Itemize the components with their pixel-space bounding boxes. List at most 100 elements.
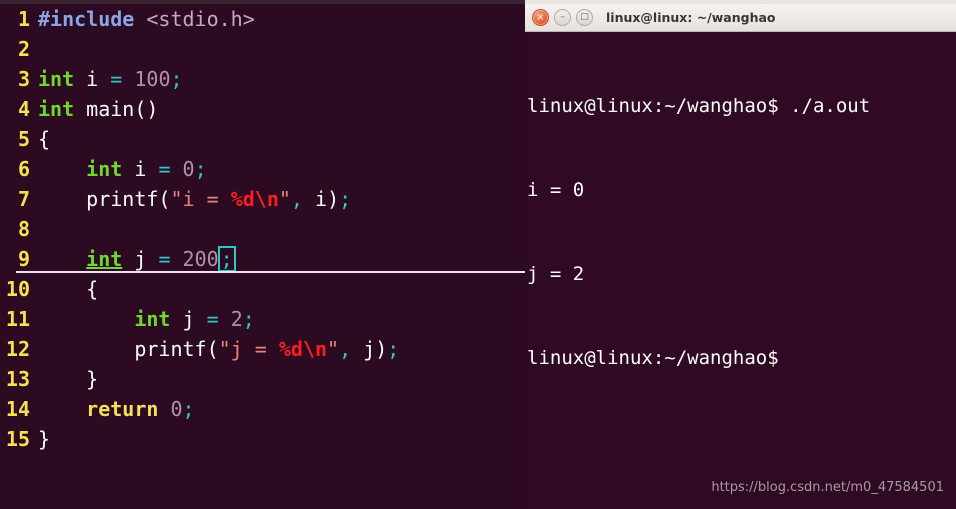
code-line-9-cursor-line[interactable]: 9 int j = 200; bbox=[0, 244, 525, 274]
token-identifier: i bbox=[315, 187, 328, 211]
terminal-title: linux@linux: ~/wanghao bbox=[606, 10, 776, 25]
code-content: int main() bbox=[38, 94, 158, 124]
token-type: int bbox=[86, 157, 123, 181]
token-operator: = bbox=[206, 307, 219, 331]
terminal-titlebar[interactable]: × – □ linux@linux: ~/wanghao bbox=[525, 4, 956, 32]
line-number: 4 bbox=[17, 97, 30, 121]
token-semicolon: ; bbox=[242, 307, 255, 331]
code-line-6[interactable]: 6 int i = 0; bbox=[0, 154, 525, 184]
token-header: <stdio.h> bbox=[146, 7, 255, 31]
code-line-8[interactable]: 8 bbox=[0, 214, 525, 244]
watermark-url: https://blog.csdn.net/m0_47584501 bbox=[711, 480, 944, 495]
terminal-line-prompt: linux@linux:~/wanghao$ bbox=[527, 344, 956, 372]
token-identifier: j bbox=[134, 247, 147, 271]
line-number: 9 bbox=[17, 247, 30, 271]
code-line-4[interactable]: 4 int main() bbox=[0, 94, 525, 124]
code-line-12[interactable]: 12 printf("j = %d\n", j); bbox=[0, 334, 525, 364]
line-number: 3 bbox=[17, 67, 30, 91]
code-line-2[interactable]: 2 bbox=[0, 34, 525, 64]
line-number: 11 bbox=[5, 307, 30, 331]
token-function-name: main bbox=[86, 97, 135, 121]
token-string: " bbox=[327, 337, 340, 361]
code-content: } bbox=[38, 424, 50, 454]
code-line-13[interactable]: 13 } bbox=[0, 364, 525, 394]
token-operator: = bbox=[110, 67, 123, 91]
line-number: 14 bbox=[5, 397, 30, 421]
output-text: i = 0 bbox=[527, 179, 585, 201]
token-parens: ( bbox=[158, 187, 171, 211]
code-line-15[interactable]: 15 } bbox=[0, 424, 525, 454]
terminal-output[interactable]: linux@linux:~/wanghao$ ./a.out i = 0 j =… bbox=[525, 32, 956, 428]
token-type: int bbox=[38, 97, 75, 121]
token-format-specifier: %d bbox=[278, 337, 303, 361]
token-brace: } bbox=[86, 367, 99, 391]
line-number: 7 bbox=[17, 187, 30, 211]
token-format-specifier: %d bbox=[230, 187, 255, 211]
code-line-11[interactable]: 11 int j = 2; bbox=[0, 304, 525, 334]
token-semicolon: ; bbox=[194, 157, 207, 181]
token-parens: () bbox=[134, 97, 159, 121]
token-parens: ( bbox=[206, 337, 219, 361]
close-icon[interactable]: × bbox=[532, 9, 549, 26]
line-number: 5 bbox=[17, 127, 30, 151]
line-number: 13 bbox=[5, 367, 30, 391]
token-number: 200 bbox=[182, 247, 219, 271]
terminal-line-command: linux@linux:~/wanghao$ ./a.out bbox=[527, 92, 956, 120]
terminal-line-output-j: j = 2 bbox=[527, 260, 956, 288]
code-line-10[interactable]: 10 { bbox=[0, 274, 525, 304]
token-function-name: printf bbox=[86, 187, 159, 211]
token-brace: { bbox=[86, 277, 99, 301]
token-identifier: j bbox=[182, 307, 195, 331]
token-number: 0 bbox=[170, 397, 183, 421]
token-function-name: printf bbox=[134, 337, 207, 361]
token-parens: ) bbox=[375, 337, 388, 361]
code-content: printf("i = %d\n", i); bbox=[38, 184, 351, 214]
vim-c-editor[interactable]: 1 #include <stdio.h> 2 3 int i = 100; 4 … bbox=[0, 4, 525, 509]
line-number: 8 bbox=[17, 217, 30, 241]
output-text: j = 2 bbox=[527, 263, 585, 285]
token-escape: \n bbox=[254, 187, 279, 211]
line-number: 6 bbox=[17, 157, 30, 181]
code-content: int j = 200; bbox=[38, 244, 236, 274]
code-line-3[interactable]: 3 int i = 100; bbox=[0, 64, 525, 94]
token-comma: , bbox=[290, 187, 303, 211]
token-operator: = bbox=[158, 247, 171, 271]
screenshot-root: 1 #include <stdio.h> 2 3 int i = 100; 4 … bbox=[0, 0, 956, 509]
token-preprocessor: #include bbox=[38, 7, 135, 31]
line-number: 15 bbox=[5, 427, 30, 451]
token-brace: { bbox=[38, 127, 51, 151]
text-cursor: ; bbox=[217, 246, 236, 272]
code-line-7[interactable]: 7 printf("i = %d\n", i); bbox=[0, 184, 525, 214]
code-line-1[interactable]: 1 #include <stdio.h> bbox=[0, 4, 525, 34]
code-content: int i = 0; bbox=[38, 154, 207, 184]
token-escape: \n bbox=[302, 337, 328, 361]
code-content: } bbox=[38, 364, 98, 394]
minimize-icon[interactable]: – bbox=[554, 9, 571, 26]
token-semicolon: ; bbox=[387, 337, 400, 361]
token-semicolon: ; bbox=[339, 187, 352, 211]
token-brace: } bbox=[38, 427, 51, 451]
token-semicolon: ; bbox=[182, 397, 195, 421]
token-type: int bbox=[38, 67, 75, 91]
code-content: return 0; bbox=[38, 394, 195, 424]
token-identifier: i bbox=[86, 67, 99, 91]
token-comma: , bbox=[339, 337, 352, 361]
token-parens: ) bbox=[327, 187, 340, 211]
code-content: #include <stdio.h> bbox=[38, 4, 255, 34]
terminal-window[interactable]: × – □ linux@linux: ~/wanghao linux@linux… bbox=[525, 4, 956, 509]
code-content: int i = 100; bbox=[38, 64, 183, 94]
token-identifier: j bbox=[363, 337, 376, 361]
token-string: "j = bbox=[218, 337, 279, 361]
code-line-5[interactable]: 5 { bbox=[0, 124, 525, 154]
line-number: 12 bbox=[5, 337, 30, 361]
line-number: 2 bbox=[17, 37, 30, 61]
code-content: printf("j = %d\n", j); bbox=[38, 334, 399, 364]
maximize-icon[interactable]: □ bbox=[576, 9, 593, 26]
code-content: { bbox=[38, 274, 98, 304]
token-identifier: i bbox=[134, 157, 147, 181]
code-line-14[interactable]: 14 return 0; bbox=[0, 394, 525, 424]
token-type: int bbox=[134, 307, 171, 331]
token-type: int bbox=[86, 247, 123, 271]
token-string: "i = bbox=[170, 187, 231, 211]
token-number: 100 bbox=[134, 67, 171, 91]
